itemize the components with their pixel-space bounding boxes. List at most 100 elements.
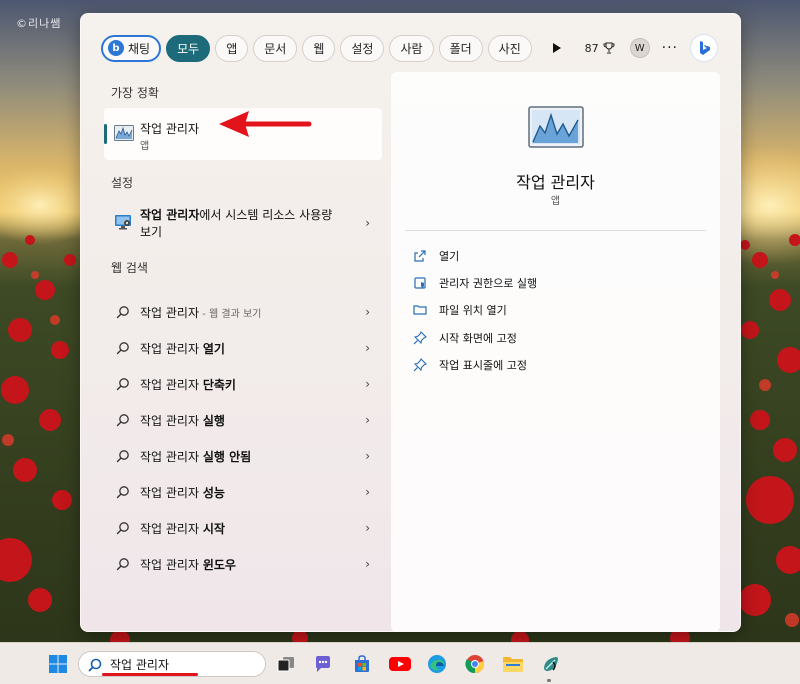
web-result-base: 작업 관리자: [140, 305, 200, 320]
chevron-right-icon[interactable]: ›: [365, 557, 370, 571]
section-best-match-label: 가장 정확: [111, 86, 159, 100]
web-result-base: 작업 관리자: [140, 449, 203, 464]
edge-browser-button[interactable]: [426, 653, 448, 675]
section-settings-label: 설정: [111, 176, 134, 190]
preview-title: 작업 관리자: [516, 173, 595, 192]
chevron-right-icon[interactable]: ›: [365, 216, 370, 230]
preview-action-label: 관리자 권한으로 실행: [439, 277, 538, 290]
filter-chat-button[interactable]: b 채팅: [101, 34, 162, 62]
preview-action-3[interactable]: 시작 화면에 고정: [413, 328, 517, 348]
web-result-query: 작업 관리자 열기: [140, 340, 225, 357]
web-result-row[interactable]: 작업 관리자 열기 ›: [104, 333, 382, 363]
taskbar-search-input[interactable]: [110, 655, 260, 673]
filter-chat-label: 채팅: [128, 41, 151, 56]
filter-folders-button[interactable]: 폴더: [438, 34, 483, 62]
settings-result[interactable]: 작업 관리자에서 시스템 리소스 사용량 보기 ›: [104, 204, 382, 244]
web-result-separator: -: [199, 308, 209, 320]
chevron-right-icon[interactable]: ›: [365, 485, 370, 499]
web-result-suggestion: 열기: [202, 341, 225, 356]
chevron-right-icon[interactable]: ›: [365, 413, 370, 427]
trophy-icon: [603, 42, 615, 54]
search-icon: [116, 378, 129, 391]
monitor-settings-icon: [115, 215, 131, 230]
watermark-text: ©리나쌤: [16, 17, 62, 30]
preview-action-label: 열기: [439, 250, 460, 263]
filter-web-button[interactable]: 웹: [302, 34, 336, 62]
filter-documents-button[interactable]: 문서: [253, 34, 298, 62]
rewards-points[interactable]: 87: [585, 41, 616, 55]
filter-photos-button[interactable]: 사진: [487, 34, 532, 62]
chrome-browser-button[interactable]: [464, 653, 486, 675]
bing-icon: b: [108, 40, 124, 56]
filter-apps-button[interactable]: 앱: [215, 34, 249, 62]
web-result-suggestion: 단축키: [202, 377, 236, 392]
web-result-row[interactable]: 작업 관리자 성능 ›: [104, 477, 382, 507]
bing-chat-button[interactable]: [690, 34, 718, 62]
chevron-right-icon[interactable]: ›: [365, 377, 370, 391]
chevron-right-icon[interactable]: ›: [365, 341, 370, 355]
web-result-row[interactable]: 작업 관리자 실행 ›: [104, 405, 382, 435]
web-result-query: 작업 관리자 윈도우: [140, 556, 236, 573]
preview-action-1[interactable]: 관리자 권한으로 실행: [413, 273, 537, 293]
pin-icon: [413, 331, 427, 345]
web-result-query: 작업 관리자 성능: [140, 484, 225, 501]
selection-indicator: [104, 124, 107, 144]
chevron-right-icon[interactable]: ›: [365, 521, 370, 535]
preview-pane: 작업 관리자 앱 열기관리자 권한으로 실행파일 위치 열기시작 화면에 고정작…: [391, 72, 720, 632]
start-search-panel: b 채팅 모두 앱 문서 웹 설정 사람 폴더 사진 87 W ··· 가장 정…: [80, 13, 741, 632]
best-match-type: 앱: [140, 141, 150, 152]
filter-settings-button[interactable]: 설정: [340, 34, 385, 62]
preview-action-2[interactable]: 파일 위치 열기: [413, 300, 507, 320]
youtube-icon: [389, 657, 411, 671]
chrome-icon: [465, 655, 485, 674]
pin-icon: [413, 358, 427, 372]
play-arrow-icon: [552, 43, 561, 53]
web-result-base: 작업 관리자: [140, 485, 203, 500]
chevron-right-icon[interactable]: ›: [365, 305, 370, 319]
more-filters-button[interactable]: [545, 36, 569, 60]
taskbar: [0, 642, 800, 684]
chat-bubble-icon: [316, 656, 330, 672]
rewards-points-value: 87: [584, 41, 599, 55]
chevron-right-icon[interactable]: ›: [365, 449, 370, 463]
search-icon: [88, 658, 102, 672]
settings-result-text: 작업 관리자에서 시스템 리소스 사용량 보기: [140, 207, 340, 241]
annotation-underline: [102, 673, 198, 676]
search-filter-bar: b 채팅 모두 앱 문서 웹 설정 사람 폴더 사진: [101, 34, 569, 62]
start-button[interactable]: [47, 653, 69, 675]
youtube-button[interactable]: [389, 653, 411, 675]
pinned-app-button[interactable]: [540, 653, 562, 675]
settings-result-bold: 작업 관리자: [140, 208, 200, 222]
task-view-icon: [277, 657, 294, 672]
web-result-row[interactable]: 작업 관리자 윈도우 ›: [104, 549, 382, 579]
preview-action-4[interactable]: 작업 표시줄에 고정: [413, 355, 527, 375]
web-result-row[interactable]: 작업 관리자 - 웹 결과 보기 ›: [104, 297, 382, 327]
preview-action-label: 시작 화면에 고정: [439, 332, 517, 345]
web-result-row[interactable]: 작업 관리자 실행 안됨 ›: [104, 441, 382, 471]
microsoft-store-button[interactable]: [351, 653, 373, 675]
task-manager-large-icon: [528, 106, 584, 148]
preview-type: 앱: [550, 196, 561, 207]
preview-action-0[interactable]: 열기: [413, 246, 459, 266]
web-result-row[interactable]: 작업 관리자 단축키 ›: [104, 369, 382, 399]
web-result-suggestion: 윈도우: [202, 557, 236, 572]
file-explorer-button[interactable]: [502, 653, 524, 675]
edge-icon: [428, 655, 446, 673]
bing-logo-icon: [700, 41, 710, 55]
more-options-button[interactable]: ···: [662, 40, 678, 56]
teams-chat-button[interactable]: [312, 653, 334, 675]
search-header-right: 87 W ···: [585, 34, 718, 62]
account-avatar[interactable]: W: [629, 38, 650, 58]
filter-all-button[interactable]: 모두: [166, 34, 211, 62]
section-web-search-label: 웹 검색: [111, 261, 148, 275]
task-view-button[interactable]: [275, 653, 297, 675]
web-result-row[interactable]: 작업 관리자 시작 ›: [104, 513, 382, 543]
preview-action-label: 파일 위치 열기: [439, 304, 507, 317]
web-result-query: 작업 관리자 실행: [140, 412, 225, 429]
store-icon: [355, 655, 369, 672]
filter-people-button[interactable]: 사람: [389, 34, 434, 62]
web-result-query: 작업 관리자 실행 안됨: [140, 448, 251, 465]
web-result-base: 작업 관리자: [140, 341, 203, 356]
web-result-base: 작업 관리자: [140, 557, 203, 572]
app-leaf-icon: [544, 657, 558, 671]
